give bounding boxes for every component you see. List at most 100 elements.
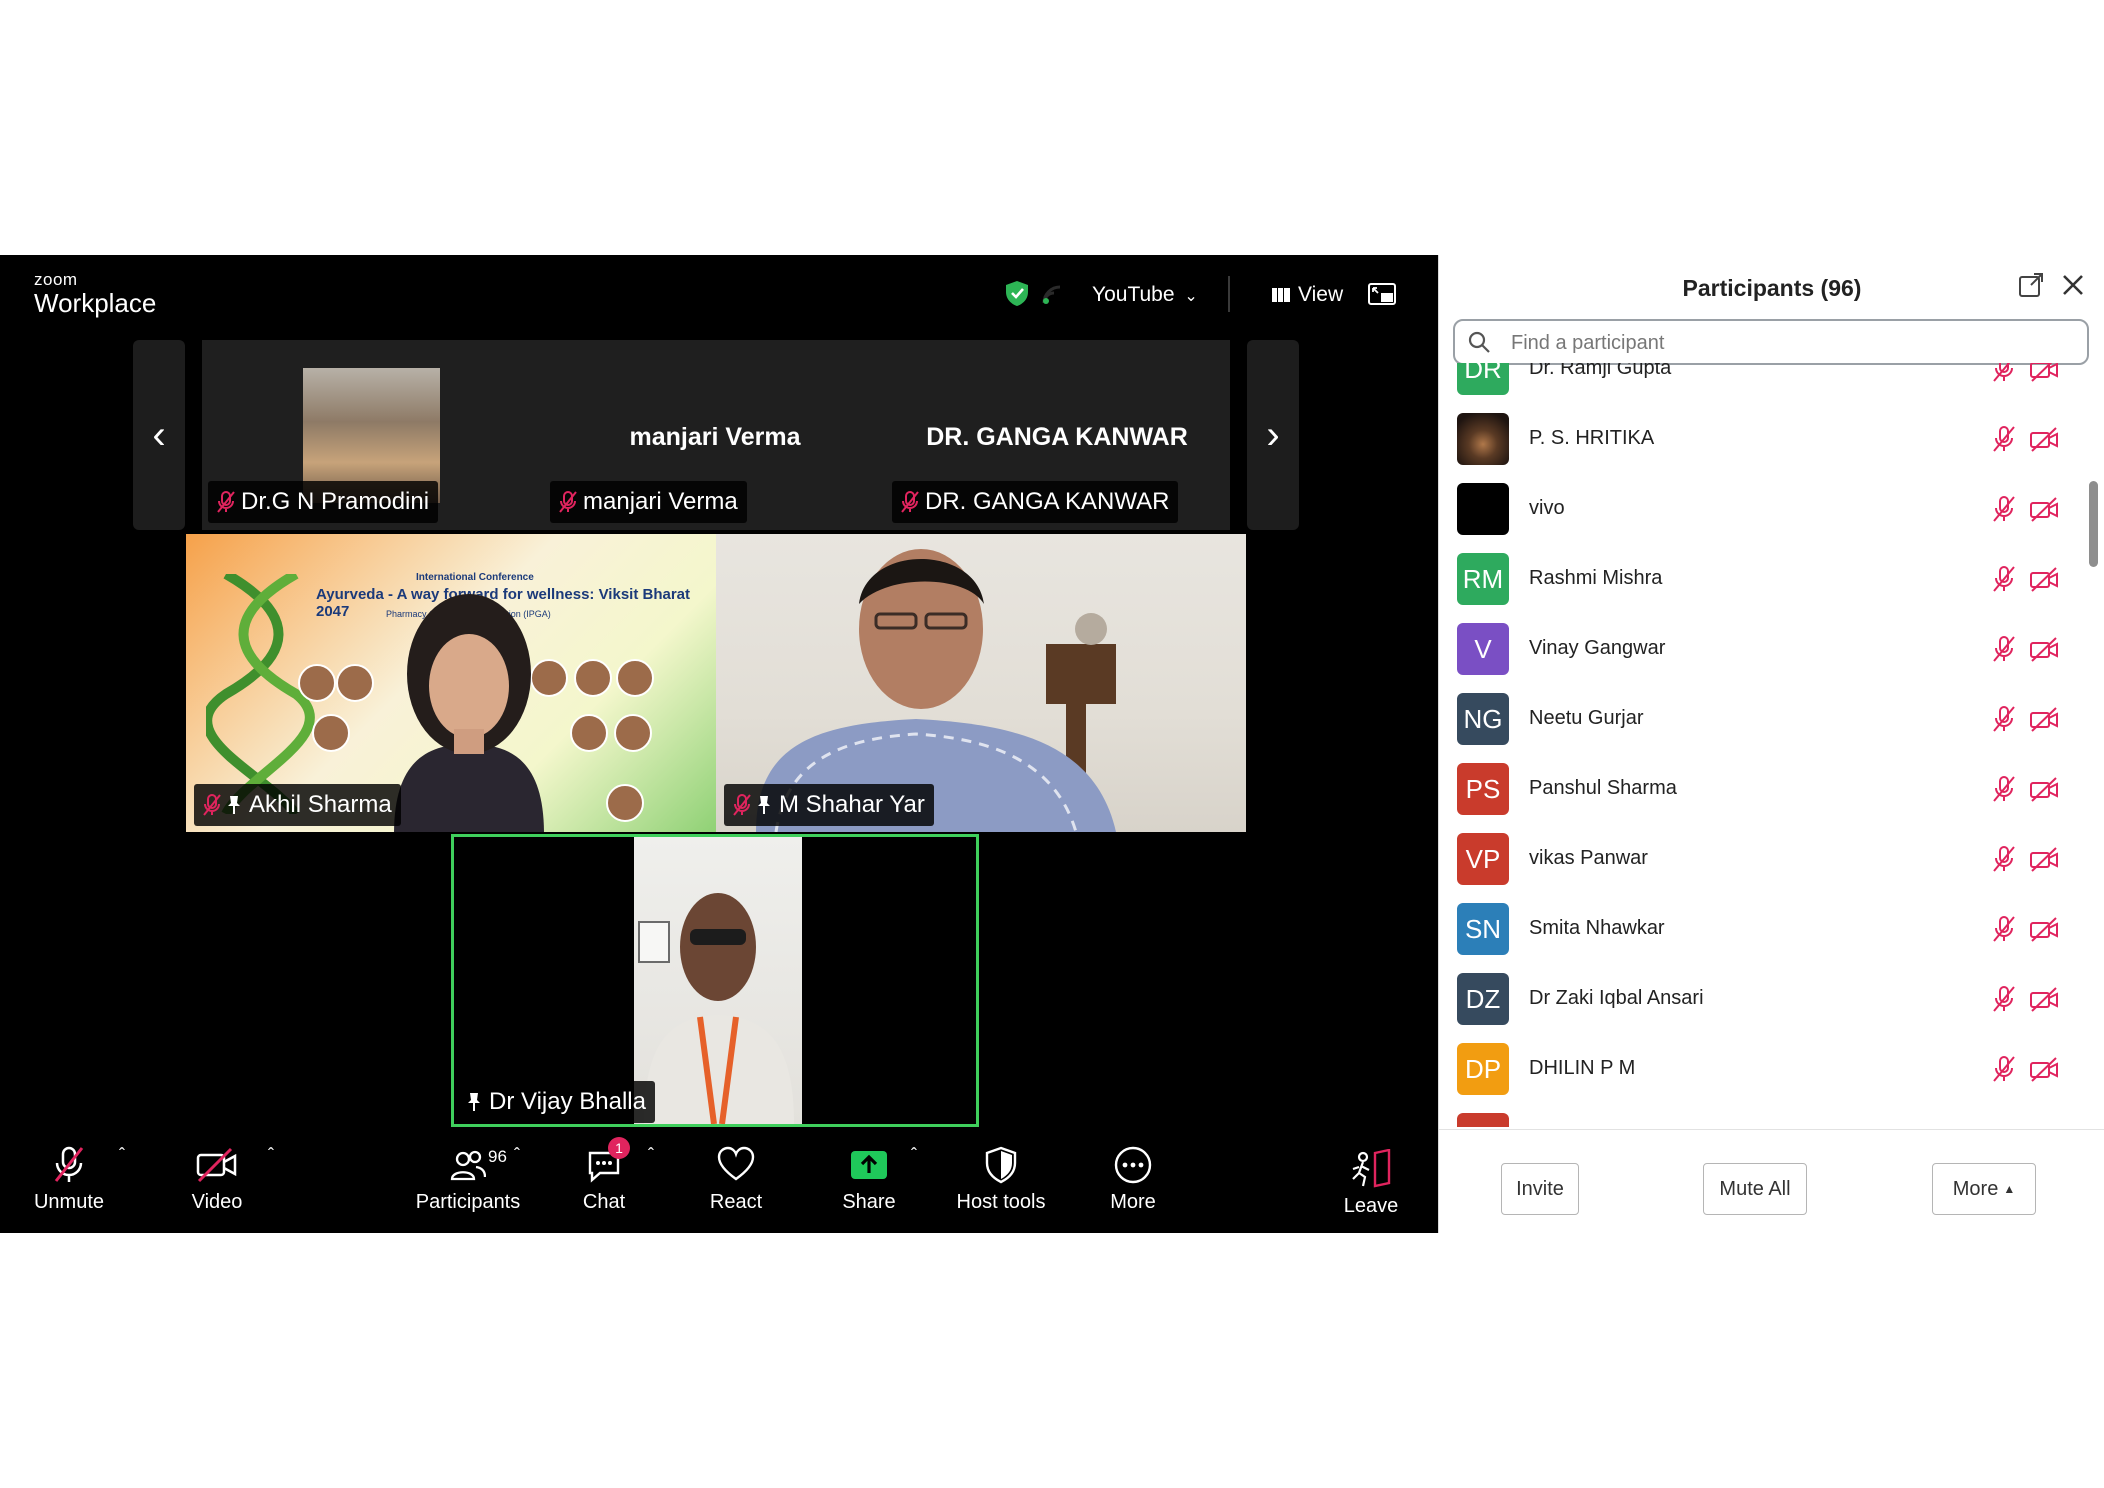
- muted-mic-icon[interactable]: [1991, 495, 2017, 523]
- host-shield-icon: [985, 1146, 1017, 1184]
- video-tile-shahar[interactable]: M Shahar Yar: [716, 534, 1246, 832]
- participant-avatar: [1457, 483, 1509, 535]
- gallery-thumb-manjari[interactable]: manjari Verma manjari Verma: [544, 340, 886, 530]
- muted-mic-icon: [203, 794, 221, 816]
- speaker-video-frame: [634, 837, 802, 1124]
- participant-avatar: [1457, 413, 1509, 465]
- video-off-icon[interactable]: [2029, 1055, 2059, 1083]
- gallery-prev-button[interactable]: ‹: [133, 340, 185, 530]
- participant-row[interactable]: PS Panshul Sharma: [1439, 755, 2104, 825]
- participant-name: Dr Vijay Bhalla: [489, 1088, 646, 1115]
- encryption-shield-icon[interactable]: [1003, 279, 1031, 307]
- video-off-icon[interactable]: [2029, 845, 2059, 873]
- participant-row[interactable]: vivo: [1439, 475, 2104, 545]
- participant-avatar: DP: [1457, 1043, 1509, 1095]
- youtube-live-button[interactable]: YouTube ⌄: [1092, 283, 1198, 307]
- close-icon[interactable]: [2059, 271, 2087, 299]
- participant-row[interactable]: V Vinay Gangwar: [1439, 615, 2104, 685]
- invite-button[interactable]: Invite: [1501, 1163, 1579, 1215]
- video-off-icon[interactable]: [2029, 363, 2059, 383]
- search-input[interactable]: [1509, 327, 2073, 359]
- video-off-icon[interactable]: [2029, 705, 2059, 733]
- participant-row[interactable]: SN Smita Nhawkar: [1439, 895, 2104, 965]
- gallery-thumb-pramodini[interactable]: Dr.G N Pramodini: [202, 340, 544, 530]
- network-signal-icon[interactable]: [1042, 285, 1062, 305]
- mute-all-button[interactable]: Mute All: [1703, 1163, 1807, 1215]
- participant-row[interactable]: DR Dr. Ramji Gupta: [1439, 363, 2104, 405]
- list-scrollbar[interactable]: [2089, 481, 2098, 567]
- video-off-icon[interactable]: [2029, 495, 2059, 523]
- participant-row[interactable]: NG Neetu Gurjar: [1439, 685, 2104, 755]
- unmute-button[interactable]: Unmute: [28, 1145, 110, 1214]
- muted-mic-icon: [54, 1146, 84, 1182]
- avatar-initials: V: [1474, 633, 1492, 664]
- view-button[interactable]: View: [1272, 283, 1343, 307]
- video-button[interactable]: Video: [180, 1145, 254, 1214]
- grid-view-icon: [1272, 288, 1290, 302]
- participant-avatar: DR: [1457, 363, 1509, 395]
- panel-title: Participants (96): [1682, 275, 1862, 301]
- muted-mic-icon[interactable]: [1991, 845, 2017, 873]
- chat-badge: 1: [608, 1137, 630, 1159]
- pin-icon: [468, 1093, 480, 1111]
- participant-row[interactable]: DP DHILIN P M: [1439, 1035, 2104, 1105]
- video-off-icon[interactable]: [2029, 985, 2059, 1013]
- leave-button[interactable]: Leave: [1342, 1149, 1400, 1218]
- dna-helix-graphic: [206, 574, 315, 814]
- muted-mic-icon[interactable]: [1991, 915, 2017, 943]
- participant-name: Dr.G N Pramodini: [241, 488, 430, 515]
- video-tile-vijay[interactable]: Dr Vijay Bhalla: [451, 834, 979, 1127]
- more-button[interactable]: More: [1106, 1145, 1160, 1214]
- chat-options-caret[interactable]: ˆ: [648, 1145, 654, 1166]
- gallery-thumb-ganga[interactable]: DR. GANGA KANWAR DR. GANGA KANWAR: [886, 340, 1228, 530]
- participant-row[interactable]: P. S. HRITIKA: [1439, 405, 2104, 475]
- video-off-icon[interactable]: [2029, 775, 2059, 803]
- video-tile-akhil[interactable]: International Conference Ayurveda - A wa…: [186, 534, 716, 832]
- participant-row[interactable]: DZ Dr Zaki Iqbal Ansari: [1439, 965, 2104, 1035]
- muted-mic-icon[interactable]: [1991, 565, 2017, 593]
- mute-all-label: Mute All: [1719, 1177, 1791, 1200]
- chat-button[interactable]: 1 Chat: [578, 1137, 630, 1214]
- audio-options-caret[interactable]: ˆ: [119, 1145, 125, 1166]
- pop-out-icon[interactable]: [2017, 271, 2045, 299]
- video-off-icon[interactable]: [2029, 425, 2059, 453]
- muted-mic-icon: [559, 491, 577, 513]
- participant-row[interactable]: [1439, 1105, 2104, 1127]
- avatar-initials: DR: [1464, 363, 1502, 384]
- host-tools-button[interactable]: Host tools: [954, 1145, 1048, 1214]
- gallery-next-button[interactable]: ›: [1247, 340, 1299, 530]
- video-options-caret[interactable]: ˆ: [268, 1145, 274, 1166]
- participants-options-caret[interactable]: ˆ: [514, 1145, 520, 1166]
- video-off-icon[interactable]: [2029, 635, 2059, 663]
- muted-mic-icon[interactable]: [1991, 425, 2017, 453]
- video-off-icon[interactable]: [2029, 915, 2059, 943]
- react-button[interactable]: React: [706, 1145, 766, 1214]
- participant-row[interactable]: RM Rashmi Mishra: [1439, 545, 2104, 615]
- video-off-icon[interactable]: [2029, 565, 2059, 593]
- name-tag: Akhil Sharma: [194, 784, 401, 826]
- share-label: Share: [842, 1191, 896, 1213]
- muted-mic-icon[interactable]: [1991, 705, 2017, 733]
- unmute-label: Unmute: [33, 1191, 105, 1213]
- participant-search[interactable]: [1453, 319, 2089, 365]
- muted-mic-icon[interactable]: [1991, 775, 2017, 803]
- youtube-label: YouTube: [1092, 283, 1175, 306]
- share-button[interactable]: Share: [840, 1145, 898, 1214]
- muted-mic-icon[interactable]: [1991, 1055, 2017, 1083]
- search-icon: [1468, 331, 1490, 353]
- muted-mic-icon[interactable]: [1991, 635, 2017, 663]
- avatar-initials: NG: [1463, 703, 1503, 734]
- name-tag: Dr Vijay Bhalla: [458, 1081, 655, 1123]
- share-options-caret[interactable]: ˆ: [911, 1145, 917, 1166]
- muted-mic-icon[interactable]: [1991, 363, 2017, 383]
- picture-in-picture-icon[interactable]: [1368, 283, 1396, 305]
- muted-mic-icon: [901, 491, 919, 513]
- participant-row[interactable]: VP vikas Panwar: [1439, 825, 2104, 895]
- participants-label: Participants: [415, 1191, 521, 1213]
- muted-mic-icon: [217, 491, 235, 513]
- participant-avatar: SN: [1457, 903, 1509, 955]
- leave-door-icon: [1352, 1149, 1391, 1188]
- participants-button[interactable]: 96 Participants: [412, 1145, 524, 1214]
- panel-more-button[interactable]: More ▲: [1932, 1163, 2036, 1215]
- muted-mic-icon[interactable]: [1991, 985, 2017, 1013]
